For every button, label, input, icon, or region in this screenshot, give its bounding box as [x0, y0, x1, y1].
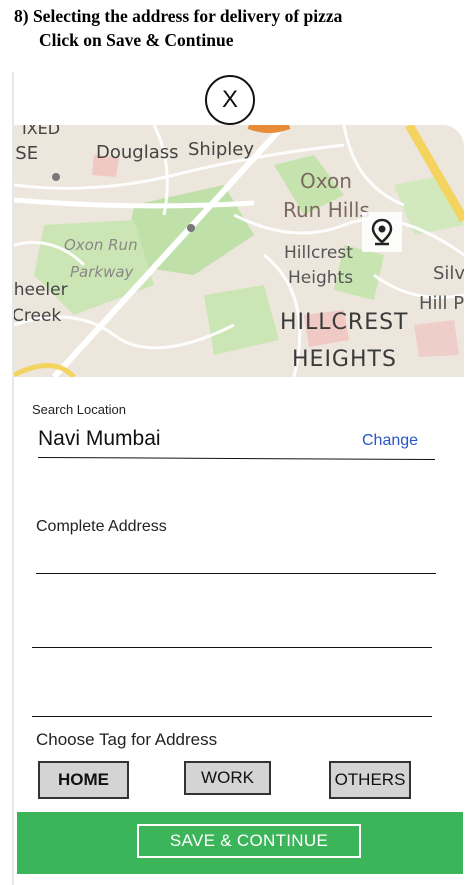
map-label-shipley: Shipley — [188, 139, 254, 160]
map-label-hill-p: Hill P — [419, 293, 464, 314]
choose-tag-label: Choose Tag for Address — [36, 730, 218, 749]
map-label-oxon-run: Oxon Run — [64, 236, 138, 254]
search-location-input[interactable]: Navi Mumbai — [38, 427, 161, 451]
search-location-label: Search Location — [32, 402, 126, 417]
complete-address-label: Complete Address — [36, 518, 167, 535]
map-label-heights-big: HEIGHTS — [292, 347, 397, 372]
instruction-caption: 8) Selecting the address for delivery of… — [14, 4, 342, 52]
close-button[interactable]: X — [205, 75, 255, 125]
map-pin-icon — [371, 218, 393, 246]
address-line-2-field[interactable] — [32, 647, 432, 648]
map-label-parkway: Parkway — [70, 263, 134, 281]
map-label-heights: Heights — [288, 268, 354, 288]
change-location-link[interactable]: Change — [362, 432, 418, 450]
map-label-run-hills: Run Hills — [283, 198, 370, 222]
address-line-3-field[interactable] — [32, 716, 432, 717]
map-label-hillcrest-big: HILLCREST — [280, 310, 409, 335]
location-pin-marker[interactable] — [362, 212, 402, 252]
caption-line-2: Click on Save & Continue — [39, 30, 234, 50]
address-line-1-field[interactable] — [36, 573, 436, 574]
caption-line-1: 8) Selecting the address for delivery of… — [14, 6, 343, 26]
tag-work-button[interactable]: WORK — [184, 761, 271, 795]
close-icon: X — [221, 86, 238, 113]
map-label-creek: Creek — [14, 306, 62, 326]
map-label-wheeler: /heeler — [14, 280, 68, 300]
map-label-se: JSE — [14, 143, 39, 164]
tag-others-button[interactable]: OTHERS — [329, 761, 411, 799]
map-label-hillcrest: Hillcrest — [284, 243, 353, 263]
map-label-oxon: Oxon — [300, 169, 352, 193]
map-label-ixed: IXED — [22, 125, 61, 138]
map-label-silv: Silv — [433, 263, 464, 284]
map-label-douglass: Douglass — [96, 142, 179, 163]
save-and-continue-button[interactable]: SAVE & CONTINUE — [137, 824, 361, 858]
tag-home-button[interactable]: HOME — [38, 761, 129, 799]
